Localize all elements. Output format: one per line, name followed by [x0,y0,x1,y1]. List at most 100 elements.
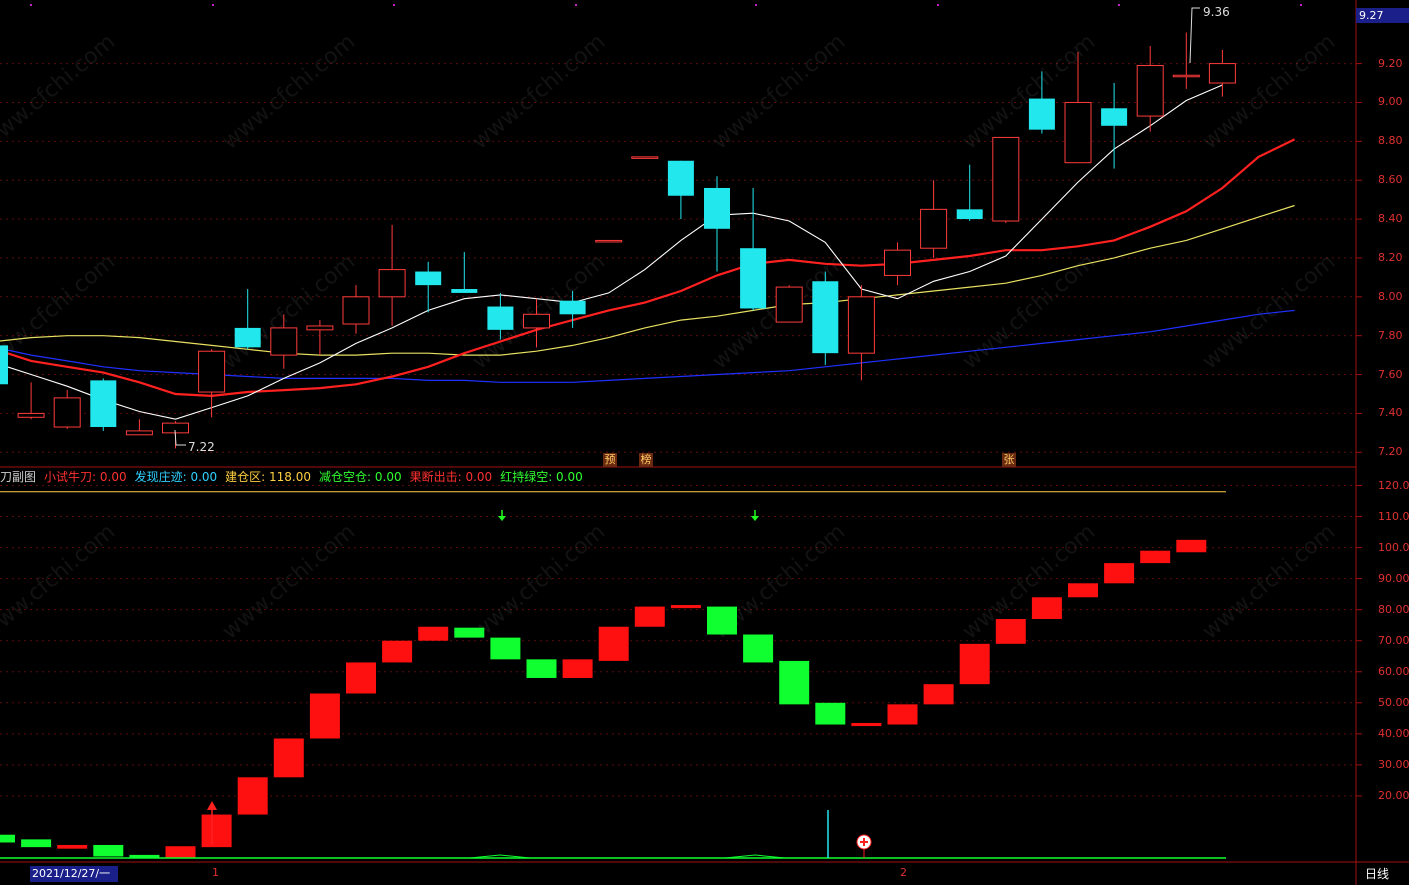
candle-body [125,430,153,436]
indicator-header-item: 果断出击: 0.00 [409,470,493,484]
candle-body [234,327,261,348]
watermark-text: www.cfchi.com [218,519,360,644]
badge-bang[interactable]: 榜 [639,453,653,467]
watermark-text: www.cfchi.com [958,519,1100,644]
indicator-bar [346,662,376,694]
candle-body [631,156,659,159]
candle-body [270,327,298,356]
watermark-text: www.cfchi.com [1198,519,1340,644]
indicator-tick-label: 50.00 [1378,695,1409,709]
candle-body [884,249,911,276]
badge-yu[interactable]: 预 [603,453,617,467]
indicator-bar [743,634,774,663]
indicator-bar [1031,597,1062,619]
price-tick-label: 8.80 [1378,134,1403,148]
watermark-text: www.cfchi.com [1198,249,1340,374]
top-dot [1118,4,1120,6]
high-pointer [1189,7,1200,64]
price-tick-label: 8.20 [1378,250,1403,264]
candle-body [1172,74,1200,78]
buy-arrow-head [207,801,217,810]
month-label-2: 2 [900,866,907,879]
indicator-header-item: 小试牛刀: 0.00 [44,470,127,484]
indicator-header: 刀副图 小试牛刀: 0.00 发现庄迹: 0.00 建仓区: 118.00 减仓空仓: … [0,468,591,486]
candle-body [704,187,730,229]
indicator-tick-label: 20.00 [1378,788,1409,802]
price-tick-label: 7.60 [1378,367,1403,381]
indicator-bar [959,643,990,685]
watermark-text: www.cfchi.com [468,519,610,644]
top-dot [393,4,395,6]
indicator-bar [779,660,810,705]
price-tick-label: 8.60 [1378,173,1403,187]
candle-body [847,296,875,354]
badge-zhang[interactable]: 张 [1002,453,1016,467]
candle-body [53,397,81,428]
indicator-bar [562,659,593,678]
indicator-bar [57,844,88,849]
indicator-bar [1068,583,1098,598]
indicator-bar [815,702,846,725]
indicator-bar [454,627,485,638]
indicator-bar [851,722,882,727]
sell-arrow-head [751,516,759,521]
indicator-bar [490,637,521,660]
candlestick-series[interactable] [0,32,1236,449]
candle-body [1028,98,1055,130]
indicator-bar [1140,550,1171,564]
top-dot [30,4,32,6]
indicator-tick-label: 110.00 [1378,509,1409,523]
price-tick-label: 7.40 [1378,406,1403,420]
indicator-bar [382,640,413,663]
candle-body [1064,101,1092,164]
indicator-bar [93,844,124,857]
period-selector[interactable]: 日线 [1365,865,1389,882]
watermark-text: www.cfchi.com [218,29,360,154]
watermark-text: www.cfchi.com [218,249,360,374]
price-tick-label: 9.20 [1378,56,1403,70]
candle-body [198,350,226,393]
indicator-bar [526,659,557,678]
indicator-bar [1104,563,1135,584]
indicator-tick-label: 80.00 [1378,602,1409,616]
indicator-bar [309,693,340,739]
top-dot [755,4,757,6]
watermark-layer: www.cfchi.com www.cfchi.com www.cfchi.com w… [0,29,1340,644]
candle-body [523,313,550,329]
indicator-bar [165,846,196,858]
ma5-line [0,84,1223,420]
price-tick-label: 8.00 [1378,289,1403,303]
candle-body [920,208,948,249]
indicator-header-item: 发现庄迹: 0.00 [134,470,218,484]
indicator-bars[interactable] [0,491,1226,859]
indicator-bar [418,626,449,641]
indicator-bar [0,834,15,843]
candle-body [0,345,8,385]
top-dot [575,4,577,6]
candle-body [306,325,334,331]
candle-body [812,281,839,354]
current-price-tag: 9.27 [1356,8,1409,23]
candle-body [17,412,45,418]
candle-body [595,239,623,243]
indicator-tick-label: 120.00 [1378,478,1409,492]
indicator-bar [923,684,954,705]
top-dot [937,4,939,6]
watermark-text: www.cfchi.com [958,249,1100,374]
candle-body [667,160,694,196]
ma60-line [0,309,1295,383]
indicator-header-item: 红持绿空: 0.00 [500,470,583,484]
candle-body [1208,63,1236,84]
indicator-header-item: 刀副图 [0,470,37,484]
watermark-text: www.cfchi.com [0,519,120,644]
indicator-header-item: 建仓区: 118.00 [225,470,312,484]
indicator-tick-label: 90.00 [1378,571,1409,585]
indicator-tick-label: 100.00 [1378,540,1409,554]
candle-body [956,209,983,220]
top-dot [212,4,214,6]
candle-body [740,248,767,309]
candle-body [775,286,803,323]
candle-body [1136,65,1164,117]
indicator-tick-label: 30.00 [1378,757,1409,771]
indicator-bar [670,605,701,609]
